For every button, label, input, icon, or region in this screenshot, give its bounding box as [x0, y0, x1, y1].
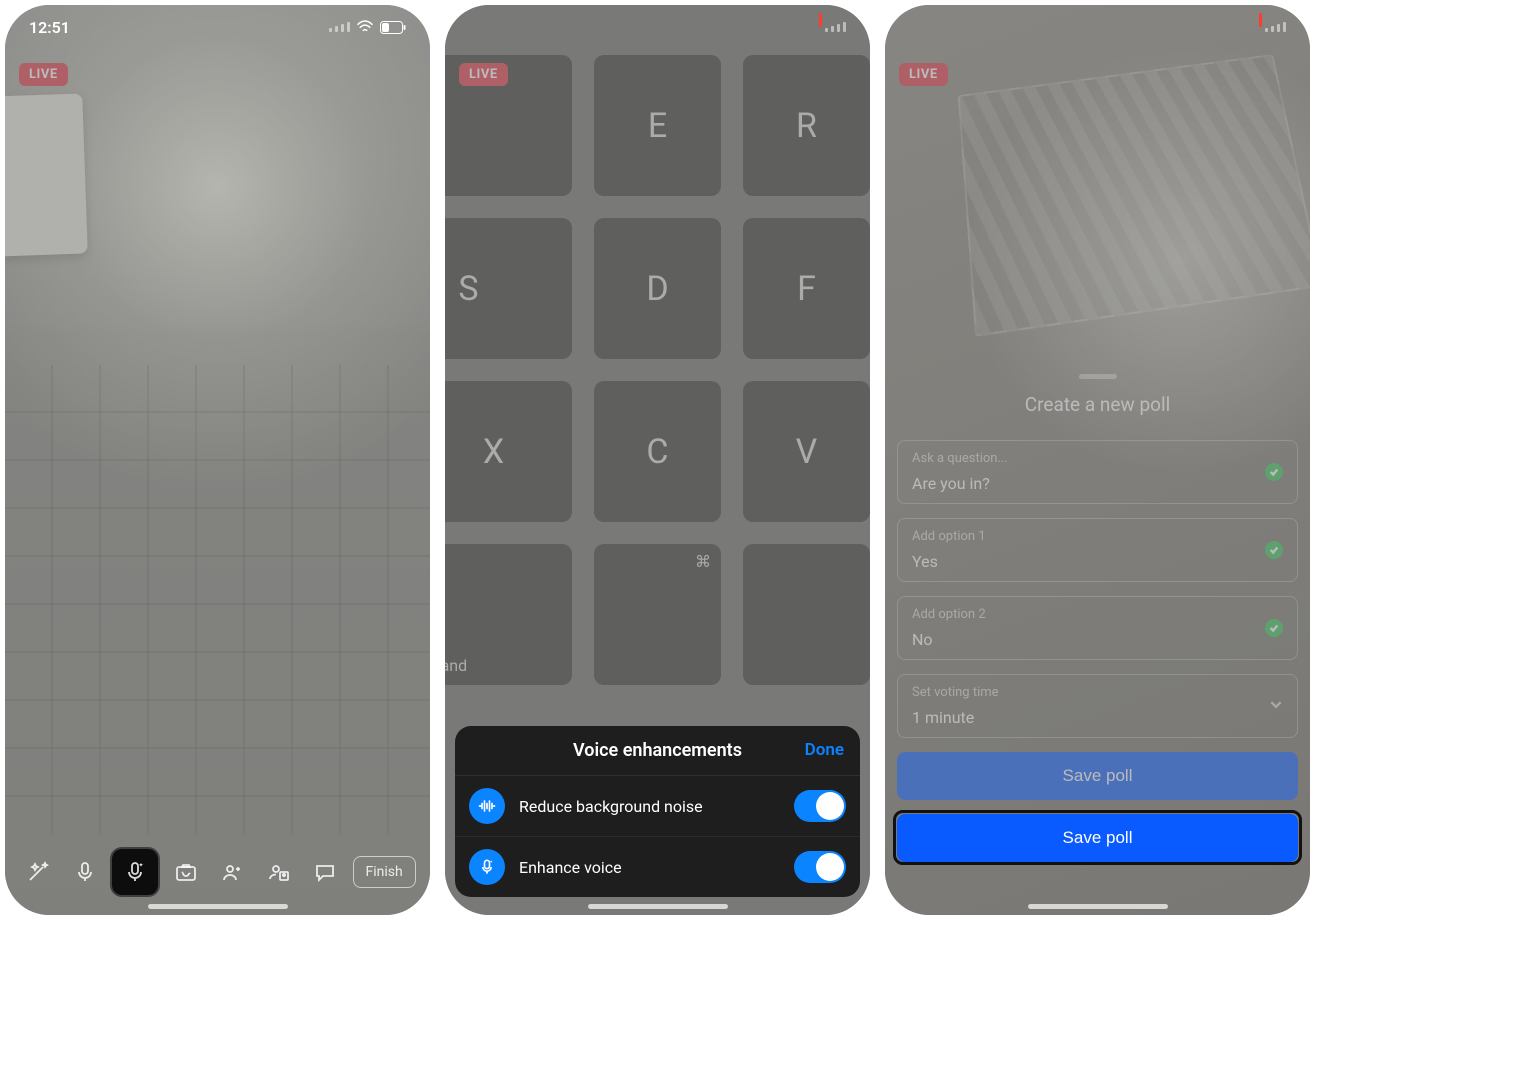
- signal-icon: [329, 22, 350, 32]
- poll-option2-field[interactable]: Add option 2 No: [897, 596, 1298, 660]
- keycap: D: [594, 218, 721, 359]
- voice-enhancements-sheet: Voice enhancements Done Reduce backgroun…: [455, 726, 860, 897]
- home-indicator[interactable]: [1028, 904, 1168, 909]
- status-right: [329, 20, 406, 34]
- recording-indicator-icon: [1259, 13, 1262, 27]
- field-value: No: [912, 630, 1283, 649]
- check-icon: [1265, 619, 1283, 637]
- field-value: 1 minute: [912, 708, 1283, 727]
- sheet-title: Voice enhancements: [573, 740, 742, 761]
- sheet-header: Voice enhancements Done: [455, 726, 860, 776]
- finish-button[interactable]: Finish: [353, 856, 416, 888]
- status-bar: 12:51: [5, 5, 430, 49]
- phone-screen-1: 12:51 LIVE Finish: [5, 5, 430, 915]
- keycap: R: [743, 55, 870, 196]
- home-indicator[interactable]: [588, 904, 728, 909]
- reduce-noise-toggle[interactable]: [794, 790, 846, 822]
- enhance-voice-label: Enhance voice: [519, 858, 780, 877]
- phone-screen-3: LIVE Create a new poll Ask a question...…: [885, 5, 1310, 915]
- home-indicator[interactable]: [148, 904, 288, 909]
- keycap: [743, 544, 870, 685]
- check-icon: [1265, 463, 1283, 481]
- reduce-noise-row: Reduce background noise: [455, 776, 860, 837]
- keycap: X: [445, 381, 572, 522]
- battery-icon: [380, 21, 406, 34]
- effects-icon[interactable]: [19, 853, 57, 891]
- reduce-noise-label: Reduce background noise: [519, 797, 780, 816]
- waveform-icon: [469, 788, 505, 824]
- live-toolbar: Finish: [5, 849, 430, 895]
- status-bar: [885, 5, 1310, 49]
- keycap: ⌘: [695, 552, 711, 571]
- field-label: Add option 1: [912, 529, 1283, 544]
- object-in-frame: [5, 93, 88, 256]
- field-label: Ask a question...: [912, 451, 1283, 466]
- live-badge: LIVE: [19, 63, 68, 86]
- poll-question-field[interactable]: Ask a question... Are you in?: [897, 440, 1298, 504]
- save-poll-button[interactable]: Save poll: [897, 752, 1298, 800]
- invite-guest-icon[interactable]: [213, 853, 251, 891]
- field-value: Are you in?: [912, 474, 1283, 493]
- keycap: S: [445, 218, 572, 359]
- mic-sparkle-icon: [469, 849, 505, 885]
- save-poll-button[interactable]: Save poll: [897, 814, 1298, 862]
- viewers-icon[interactable]: [260, 853, 298, 891]
- chevron-down-icon: [1269, 697, 1283, 716]
- field-label: Add option 2: [912, 607, 1283, 622]
- poll-time-field[interactable]: Set voting time 1 minute: [897, 674, 1298, 738]
- microphone-icon[interactable]: [66, 853, 104, 891]
- poll-option1-field[interactable]: Add option 1 Yes: [897, 518, 1298, 582]
- field-value: Yes: [912, 552, 1283, 571]
- signal-icon: [1265, 22, 1286, 32]
- voice-enhancements-button[interactable]: [112, 849, 158, 895]
- enhance-voice-row: Enhance voice: [455, 837, 860, 897]
- live-badge: LIVE: [899, 63, 948, 86]
- signal-icon: [825, 22, 846, 32]
- keycap: E: [594, 55, 721, 196]
- keycap: C: [594, 381, 721, 522]
- live-badge: LIVE: [459, 63, 508, 86]
- status-bar: [445, 5, 870, 49]
- sheet-grabber[interactable]: [1079, 374, 1117, 379]
- poll-title: Create a new poll: [897, 393, 1298, 416]
- keycap: F: [743, 218, 870, 359]
- done-button[interactable]: Done: [805, 740, 844, 760]
- field-label: Set voting time: [912, 685, 1283, 700]
- switch-camera-icon[interactable]: [167, 853, 205, 891]
- status-time: 12:51: [29, 18, 70, 37]
- keycap: command: [445, 656, 467, 675]
- check-icon: [1265, 541, 1283, 559]
- phone-screen-2: E R S D F X C V command ⌘ LIVE Voice enh…: [445, 5, 870, 915]
- keycap: V: [743, 381, 870, 522]
- recording-indicator-icon: [819, 13, 822, 27]
- wifi-icon: [356, 20, 374, 34]
- enhance-voice-toggle[interactable]: [794, 851, 846, 883]
- comment-icon[interactable]: [306, 853, 344, 891]
